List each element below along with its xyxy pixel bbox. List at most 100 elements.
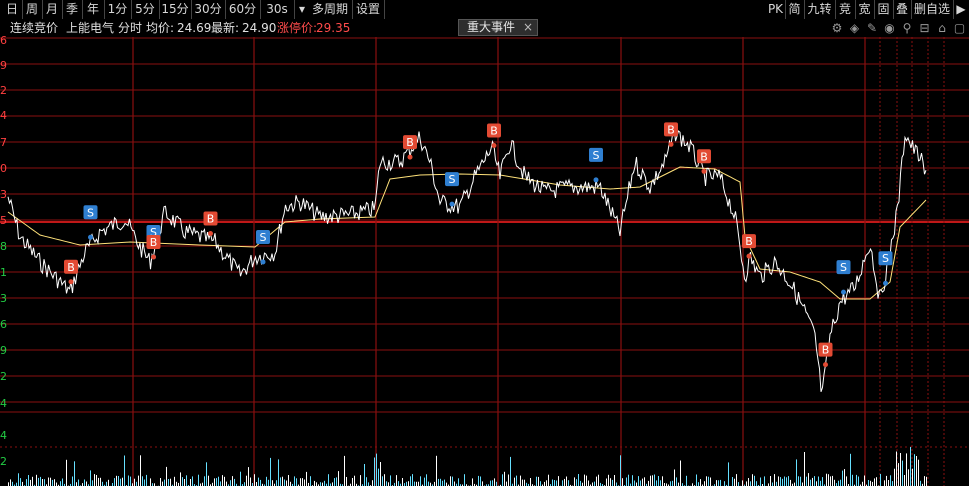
volume-bar	[52, 479, 53, 486]
volume-bar	[640, 480, 641, 486]
period-tab-12[interactable]: 设置	[352, 0, 385, 19]
arrow-right-icon[interactable]: ▶	[954, 0, 968, 19]
marker-dot	[701, 168, 707, 174]
lock-icon[interactable]: ▢	[953, 21, 967, 35]
y-tick-label: 8	[0, 240, 7, 253]
period-tab-9[interactable]: 60分	[225, 0, 261, 19]
volume-bar	[290, 481, 291, 486]
volume-bar	[122, 477, 123, 486]
volume-bar	[162, 481, 163, 486]
period-tab-1[interactable]: 周	[22, 0, 43, 19]
volume-bar	[716, 480, 717, 486]
volume-bar	[106, 481, 107, 486]
volume-bar	[924, 476, 925, 486]
volume-bar	[324, 480, 325, 486]
right-tool-1[interactable]: 简	[785, 0, 805, 19]
period-tab-0[interactable]: 日	[2, 0, 23, 19]
volume-bar	[494, 478, 495, 486]
triangle-down-icon[interactable]: ▾	[296, 0, 308, 19]
volume-bar	[748, 478, 749, 486]
right-tool-0[interactable]: PK	[766, 0, 786, 19]
volume-bar	[728, 462, 729, 486]
volume-bar	[220, 481, 221, 486]
period-tab-2[interactable]: 月	[42, 0, 63, 19]
volume-bar	[244, 482, 245, 486]
bag-icon[interactable]: ⊟	[918, 21, 932, 35]
volume-bar	[700, 479, 701, 486]
volume-bar	[386, 481, 387, 486]
right-tool-4[interactable]: 宽	[855, 0, 875, 19]
close-icon[interactable]: ×	[523, 20, 533, 35]
y-tick-label: 4	[0, 109, 7, 122]
volume-bar	[554, 480, 555, 486]
right-tool-7[interactable]: 删自选	[911, 0, 954, 19]
volume-bar	[584, 474, 585, 486]
volume-bar	[536, 476, 537, 486]
pen-icon[interactable]: ✎	[865, 21, 879, 35]
right-tool-2[interactable]: 九转	[804, 0, 836, 19]
volume-bar	[382, 476, 383, 486]
right-tool-6[interactable]: 叠	[893, 0, 912, 19]
volume-bar	[770, 476, 771, 486]
volume-bar	[918, 459, 919, 486]
volume-bar	[416, 481, 417, 486]
volume-bars	[8, 447, 927, 486]
volume-bar	[788, 476, 789, 486]
period-tab-3[interactable]: 季	[62, 0, 83, 19]
marker-label: B	[207, 212, 215, 225]
period-tab-11[interactable]: 多周期	[308, 0, 353, 19]
volume-bar	[338, 471, 339, 486]
major-event-tag[interactable]: 重大事件 ×	[458, 19, 538, 36]
volume-bar	[116, 475, 117, 486]
volume-bar	[452, 476, 453, 486]
volume-bar	[838, 480, 839, 486]
volume-bar	[286, 480, 287, 486]
volume-bar	[886, 475, 887, 486]
right-tool-5[interactable]: 固	[874, 0, 894, 19]
volume-bar	[160, 478, 161, 486]
volume-bar	[844, 469, 845, 486]
volume-bar	[174, 476, 175, 486]
eraser-icon[interactable]: ◈	[848, 21, 862, 35]
eye-icon[interactable]: ◉	[883, 21, 897, 35]
volume-bar	[786, 477, 787, 486]
volume-bar	[76, 482, 77, 486]
volume-bar	[336, 477, 337, 486]
right-tool-3[interactable]: 竞	[835, 0, 856, 19]
y-tick-label: 9	[0, 344, 7, 357]
volume-bar	[746, 481, 747, 486]
pin-icon[interactable]: ⚲	[900, 21, 914, 35]
y-tick-label: 2	[0, 370, 7, 383]
volume-bar	[218, 476, 219, 486]
volume-bar	[650, 475, 651, 486]
period-tab-10[interactable]: 30s	[260, 0, 295, 19]
volume-bar	[276, 480, 277, 486]
volume-bar	[804, 452, 805, 486]
marker-label: S	[593, 149, 600, 162]
trash-icon[interactable]: ⌂	[935, 21, 949, 35]
volume-bar	[544, 481, 545, 486]
marker-dot	[407, 154, 413, 160]
period-tab-8[interactable]: 30分	[191, 0, 226, 19]
volume-bar	[568, 480, 569, 486]
volume-bar	[146, 474, 147, 486]
gear-icon[interactable]: ⚙	[830, 21, 844, 35]
volume-bar	[906, 453, 907, 486]
volume-bar	[208, 475, 209, 486]
period-tab-6[interactable]: 5分	[131, 0, 160, 19]
volume-bar	[94, 474, 95, 486]
period-tab-5[interactable]: 1分	[104, 0, 132, 19]
period-tab-7[interactable]: 15分	[159, 0, 192, 19]
y-tick-label: 2	[0, 84, 7, 97]
volume-bar	[754, 475, 755, 486]
volume-bar	[84, 479, 85, 486]
volume-bar	[36, 474, 37, 486]
volume-bar	[364, 464, 365, 486]
period-tab-4[interactable]: 年	[82, 0, 105, 19]
marker-label: B	[700, 150, 708, 163]
volume-bar	[78, 479, 79, 486]
volume-bar	[372, 480, 373, 486]
y-tick-label: 7	[0, 136, 7, 149]
volume-bar	[176, 481, 177, 486]
chart-grid	[0, 37, 969, 486]
